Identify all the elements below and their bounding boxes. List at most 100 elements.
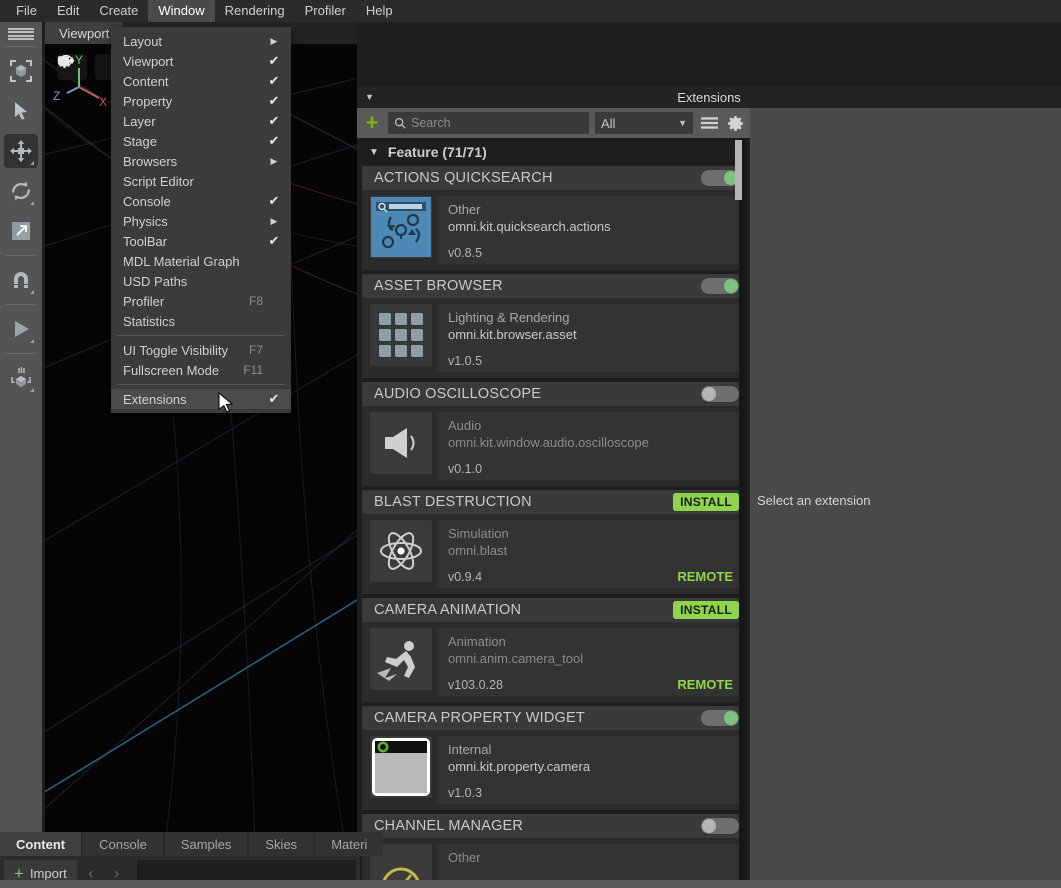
extension-card-header[interactable]: CAMERA ANIMATIONINSTALL [362,598,745,622]
toolbar-handle-icon[interactable] [8,26,34,42]
bottom-tab-materi[interactable]: Materi [315,832,383,856]
extension-card[interactable]: ACTIONS QUICKSEARCHOtheromni.kit.quickse… [362,166,745,270]
status-strip [0,880,1061,888]
menu-item-shortcut: F8 [249,294,263,308]
extension-card-header[interactable]: ASSET BROWSER [362,274,745,298]
extension-meta: Simulationomni.blastv0.9.4REMOTE [438,520,741,588]
window-menu-item-browsers[interactable]: Browsers▶ [111,151,291,171]
window-menu-item-physics[interactable]: Physics▶ [111,211,291,231]
extension-card-header[interactable]: AUDIO OSCILLOSCOPE [362,382,745,406]
search-input-wrap[interactable] [388,112,589,134]
bottom-tab-bar: ContentConsoleSamplesSkiesMateri [0,832,385,856]
extension-card[interactable]: BLAST DESTRUCTIONINSTALL Simulationomni.b… [362,490,745,594]
window-menu-item-ui-toggle-visibility[interactable]: UI Toggle VisibilityF7 [111,340,291,360]
submenu-arrow-icon: ▶ [267,156,281,167]
window-dropdown-menu: Layout▶Viewport✔Content✔Property✔Layer✔S… [111,27,291,413]
menu-item-label: ToolBar [123,234,267,249]
window-menu-item-usd-paths[interactable]: USD Paths [111,271,291,291]
divider [6,255,36,256]
extension-card[interactable]: AUDIO OSCILLOSCOPEAudioomni.kit.window.a… [362,382,745,486]
install-button[interactable]: INSTALL [673,493,739,511]
menu-item-label: Statistics [123,314,267,329]
extension-card-header[interactable]: CAMERA PROPERTY WIDGET [362,706,745,730]
check-icon: ✔ [267,193,281,209]
list-view-icon[interactable] [699,113,719,133]
play-icon[interactable] [4,312,38,346]
extension-card-header[interactable]: BLAST DESTRUCTIONINSTALL [362,490,745,514]
move-tool-icon[interactable] [4,134,38,168]
window-menu-item-statistics[interactable]: Statistics [111,311,291,331]
filter-dropdown[interactable]: All ▼ [595,112,693,134]
extension-enable-toggle[interactable] [701,386,739,402]
window-menu-item-profiler[interactable]: ProfilerF8 [111,291,291,311]
window-menu-item-fullscreen-mode[interactable]: Fullscreen ModeF11 [111,360,291,380]
extension-card-body: Simulationomni.blastv0.9.4REMOTE [362,514,745,594]
window-menu-item-property[interactable]: Property✔ [111,91,291,111]
scrollbar-thumb[interactable] [735,140,742,200]
menu-file[interactable]: File [6,0,47,22]
feature-group-label: Feature (71/71) [388,144,487,160]
scrollbar-track[interactable] [739,138,746,888]
window-menu-item-console[interactable]: Console✔ [111,191,291,211]
menu-edit[interactable]: Edit [47,0,89,22]
bottom-tab-content[interactable]: Content [0,832,81,856]
window-menu-item-viewport[interactable]: Viewport✔ [111,51,291,71]
snap-magnet-icon[interactable] [4,263,38,297]
mouse-cursor [218,392,236,418]
menu-create[interactable]: Create [89,0,148,22]
extension-card-header[interactable]: CHANNEL MANAGER [362,814,745,838]
window-menu-item-toolbar[interactable]: ToolBar✔ [111,231,291,251]
bottom-tab-samples[interactable]: Samples [165,832,248,856]
search-icon [394,117,406,129]
window-menu-item-mdl-material-graph[interactable]: MDL Material Graph [111,251,291,271]
extension-card[interactable]: CAMERA ANIMATIONINSTALLAnimationomni.ani… [362,598,745,702]
axis-label-z: Z [53,89,60,103]
check-icon: ✔ [267,133,281,149]
menu-help[interactable]: Help [356,0,403,22]
window-menu-item-layout[interactable]: Layout▶ [111,31,291,51]
extensions-scroll-area[interactable]: ▼ Feature (71/71) ACTIONS QUICKSEARCHOth… [357,138,750,888]
menu-separator [117,384,285,385]
window-menu-item-script-editor[interactable]: Script Editor [111,171,291,191]
extension-name: AUDIO OSCILLOSCOPE [374,386,541,402]
rotate-tool-icon[interactable] [4,174,38,208]
extension-version: v0.8.5 [448,246,482,260]
collapse-triangle-icon[interactable]: ▼ [365,92,374,102]
window-menu-item-content[interactable]: Content✔ [111,71,291,91]
extension-card[interactable]: ASSET BROWSERLighting & Renderingomni.ki… [362,274,745,378]
bottom-tab-console[interactable]: Console [83,832,163,856]
menu-profiler[interactable]: Profiler [295,0,356,22]
gear-icon[interactable] [725,113,745,133]
select-box-icon[interactable] [4,54,38,88]
window-menu-item-extensions[interactable]: Extensions✔ [111,389,291,409]
extension-card-header[interactable]: ACTIONS QUICKSEARCH [362,166,745,190]
extensions-item-list: ACTIONS QUICKSEARCHOtheromni.kit.quickse… [357,166,750,888]
menu-rendering[interactable]: Rendering [215,0,295,22]
window-menu-item-layer[interactable]: Layer✔ [111,111,291,131]
extension-version: v1.0.3 [448,786,482,800]
physics-drop-icon[interactable] [4,361,38,395]
window-menu-item-stage[interactable]: Stage✔ [111,131,291,151]
scale-tool-icon[interactable] [4,214,38,248]
extension-enable-toggle[interactable] [701,278,739,294]
cursor-arrow-icon[interactable] [4,94,38,128]
add-extension-button[interactable]: + [362,113,382,133]
install-button[interactable]: INSTALL [673,601,739,619]
runner-thumb [370,628,432,690]
extension-card[interactable]: CAMERA PROPERTY WIDGETInternalomni.kit.p… [362,706,745,810]
menu-bar: FileEditCreateWindowRenderingProfilerHel… [0,0,1061,22]
extension-enable-toggle[interactable] [701,710,739,726]
extension-card[interactable]: CHANNEL MANAGEROther [362,814,745,888]
extension-enable-toggle[interactable] [701,170,739,186]
bottom-tab-skies[interactable]: Skies [249,832,313,856]
menu-window[interactable]: Window [148,0,214,22]
extension-version: v103.0.28 [448,678,503,692]
extension-enable-toggle[interactable] [701,818,739,834]
extension-id: omni.anim.camera_tool [448,650,733,667]
menu-item-label: Stage [123,134,267,149]
feature-group-header[interactable]: ▼ Feature (71/71) [357,138,750,166]
check-icon: ✔ [267,233,281,249]
search-input[interactable] [411,116,583,130]
extensions-toolbar: + All ▼ [357,108,750,138]
select-extension-message: Select an extension [757,493,870,508]
